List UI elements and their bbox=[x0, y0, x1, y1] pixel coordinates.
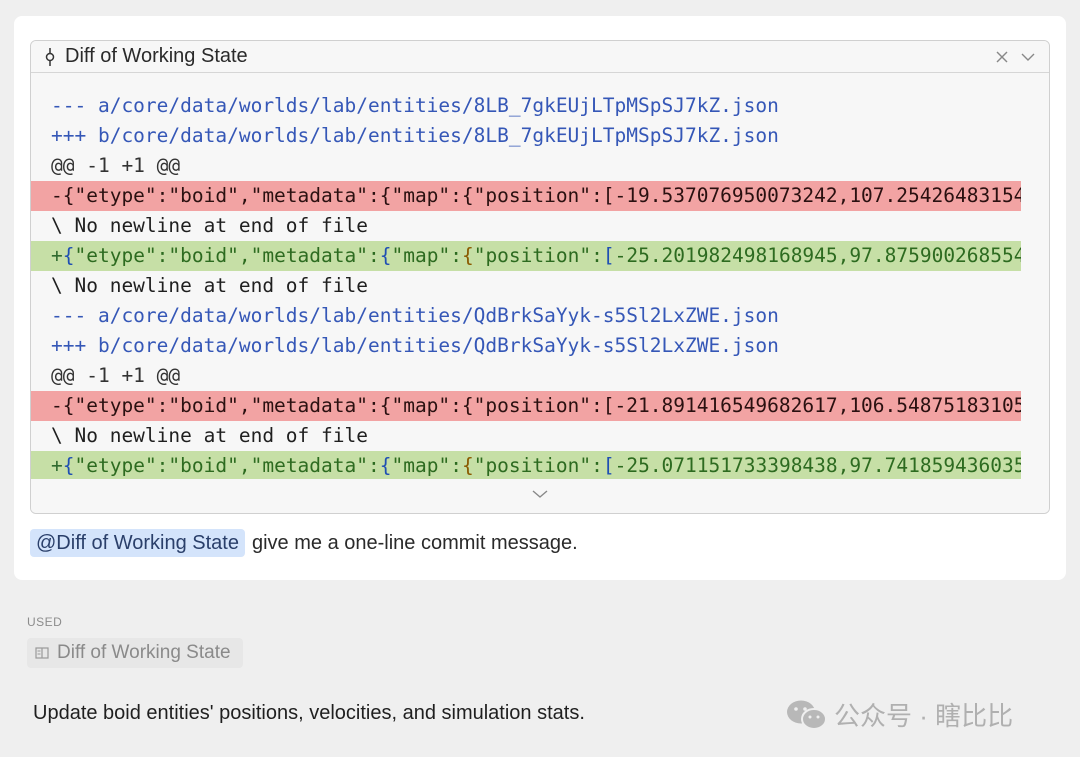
diff-segment: --- a/core/data/worlds/lab/entities/8LB_… bbox=[51, 94, 779, 117]
diff-segment: [ bbox=[602, 454, 615, 477]
diff-segment: { bbox=[379, 244, 392, 267]
used-label: USED bbox=[27, 615, 63, 629]
diff-segment: -25.201982498168945,97.87590026855469 bbox=[614, 244, 1021, 267]
diff-segment: -{"etype":"boid","metadata":{"map":{"pos… bbox=[51, 394, 1021, 417]
diff-line-plain: \ No newline at end of file bbox=[31, 421, 1021, 451]
diff-segment: "map": bbox=[391, 454, 462, 477]
diff-content[interactable]: --- a/core/data/worlds/lab/entities/8LB_… bbox=[31, 74, 1049, 479]
diff-line-file: +++ b/core/data/worlds/lab/entities/8LB_… bbox=[31, 121, 1021, 151]
diff-line-add: +{"etype":"boid","metadata":{"map":{"pos… bbox=[31, 241, 1021, 271]
diff-segment: { bbox=[461, 244, 474, 267]
diff-line-file: --- a/core/data/worlds/lab/entities/8LB_… bbox=[31, 91, 1021, 121]
diff-segment: \ No newline at end of file bbox=[51, 214, 368, 237]
diff-line-file: +++ b/core/data/worlds/lab/entities/QdBr… bbox=[31, 331, 1021, 361]
used-context-chip[interactable]: Diff of Working State bbox=[27, 638, 243, 668]
diff-segment: @@ -1 +1 @@ bbox=[51, 364, 181, 387]
diff-line-del: -{"etype":"boid","metadata":{"map":{"pos… bbox=[31, 181, 1021, 211]
diff-segment: -{"etype":"boid","metadata":{"map":{"pos… bbox=[51, 184, 1021, 207]
diff-segment: --- a/core/data/worlds/lab/entities/QdBr… bbox=[51, 304, 779, 327]
diff-segment: { bbox=[62, 244, 75, 267]
diff-segment: +++ b/core/data/worlds/lab/entities/QdBr… bbox=[51, 334, 779, 357]
diff-line-hunk: @@ -1 +1 @@ bbox=[31, 151, 1021, 181]
diff-line-hunk: @@ -1 +1 @@ bbox=[31, 361, 1021, 391]
diff-segment: { bbox=[461, 454, 474, 477]
diff-segment: \ No newline at end of file bbox=[51, 274, 368, 297]
diff-segment: "position": bbox=[473, 244, 603, 267]
chat-message-card: Diff of Working State --- a/core/data/wo… bbox=[14, 16, 1066, 580]
context-icon bbox=[35, 647, 49, 659]
chevron-down-icon bbox=[530, 487, 550, 505]
panel-title: Diff of Working State bbox=[65, 45, 248, 67]
wechat-icon bbox=[786, 698, 828, 732]
user-prompt: @Diff of Working State give me a one-lin… bbox=[30, 528, 578, 558]
diff-segment: + bbox=[51, 454, 63, 477]
diff-line-add: +{"etype":"boid","metadata":{"map":{"pos… bbox=[31, 451, 1021, 479]
diff-segment: [ bbox=[602, 244, 615, 267]
watermark-text: 公众号 · 瞎比比 bbox=[834, 701, 1014, 731]
diff-line-file: --- a/core/data/worlds/lab/entities/QdBr… bbox=[31, 301, 1021, 331]
expand-diff-button[interactable] bbox=[31, 479, 1049, 513]
prompt-text: give me a one-line commit message. bbox=[251, 532, 578, 554]
diff-segment: -25.071151733398438,97.74185943603516 bbox=[614, 454, 1021, 477]
diff-panel-header[interactable]: Diff of Working State bbox=[31, 41, 1049, 73]
commit-icon bbox=[43, 47, 57, 66]
diff-segment: + bbox=[51, 244, 63, 267]
watermark: 公众号 · 瞎比比 bbox=[786, 696, 1013, 733]
diff-line-plain: \ No newline at end of file bbox=[31, 271, 1021, 301]
diff-segment: +++ b/core/data/worlds/lab/entities/8LB_… bbox=[51, 124, 779, 147]
chevron-down-icon[interactable] bbox=[1017, 46, 1039, 68]
diff-segment: "position": bbox=[473, 454, 603, 477]
diff-line-plain: \ No newline at end of file bbox=[31, 211, 1021, 241]
used-chip-label: Diff of Working State bbox=[57, 642, 231, 663]
context-mention[interactable]: @Diff of Working State bbox=[30, 529, 245, 557]
close-icon[interactable] bbox=[991, 46, 1013, 68]
diff-segment: "map": bbox=[391, 244, 462, 267]
diff-line-del: -{"etype":"boid","metadata":{"map":{"pos… bbox=[31, 391, 1021, 421]
diff-segment: "etype":"boid","metadata": bbox=[74, 454, 380, 477]
assistant-response: Update boid entities' positions, velocit… bbox=[33, 702, 585, 724]
diff-segment: { bbox=[62, 454, 75, 477]
diff-segment: "etype":"boid","metadata": bbox=[74, 244, 380, 267]
diff-panel: Diff of Working State --- a/core/data/wo… bbox=[30, 40, 1050, 514]
diff-segment: \ No newline at end of file bbox=[51, 424, 368, 447]
diff-segment: @@ -1 +1 @@ bbox=[51, 154, 181, 177]
diff-segment: { bbox=[379, 454, 392, 477]
